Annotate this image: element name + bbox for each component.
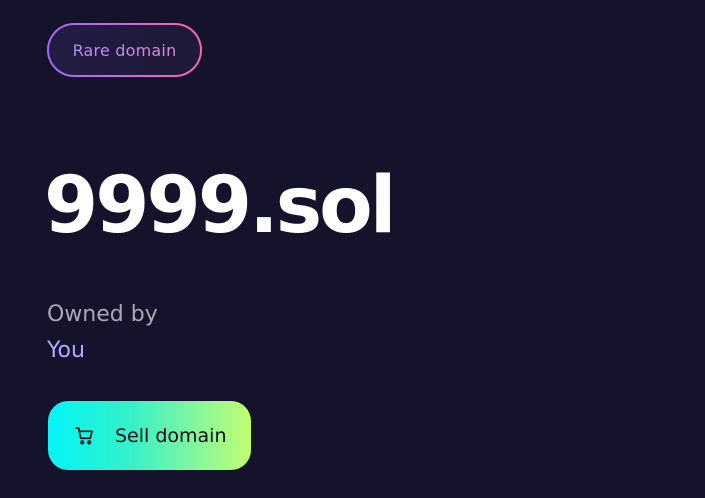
sell-domain-label: Sell domain: [115, 424, 227, 447]
domain-title: 9999.sol: [44, 161, 396, 251]
rare-domain-badge-label: Rare domain: [72, 40, 177, 60]
cart-icon: [74, 425, 96, 447]
owner-value: You: [47, 338, 85, 363]
sell-domain-button[interactable]: Sell domain: [48, 401, 251, 470]
owned-by-label: Owned by: [47, 302, 158, 327]
rare-domain-badge: Rare domain: [47, 23, 202, 77]
rare-domain-badge-inner: Rare domain: [49, 25, 200, 75]
